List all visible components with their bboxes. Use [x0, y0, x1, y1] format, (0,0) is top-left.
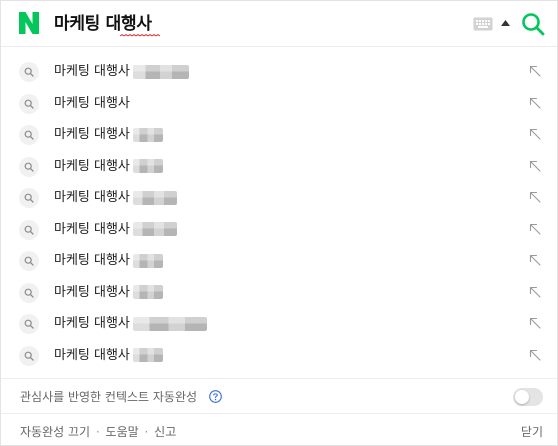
- suggestion-text: 마케팅 대행사: [54, 182, 177, 213]
- suggestion-prefix: 마케팅 대행사: [54, 64, 130, 79]
- redacted-text: [132, 285, 163, 299]
- fill-query-arrow-icon[interactable]: [529, 128, 541, 140]
- suggestion-prefix: 마케팅 대행사: [54, 284, 130, 300]
- search-icon: [19, 282, 39, 303]
- search-icon: [19, 345, 39, 366]
- suggestion-item[interactable]: 마케팅 대행사: [1, 151, 557, 183]
- help-link[interactable]: 도움말: [106, 425, 139, 439]
- suggestion-item[interactable]: 마케팅 대행사: [1, 182, 557, 214]
- suggestion-prefix: 마케팅 대행사: [54, 347, 130, 363]
- suggestion-prefix: 마케팅 대행사: [54, 190, 130, 205]
- suggestion-text: 마케팅 대행사: [54, 340, 163, 371]
- suggestion-prefix: 마케팅 대행사: [54, 253, 130, 268]
- search-icon: [19, 314, 39, 334]
- redacted-text: [132, 348, 163, 362]
- suggestion-item[interactable]: 마케팅 대행사: [1, 245, 557, 277]
- suggestion-prefix: 마케팅 대행사: [54, 316, 130, 331]
- search-icon: [19, 125, 39, 145]
- suggestion-prefix: 마케팅 대행사: [54, 158, 130, 174]
- suggestion-text: 마케팅 대행사: [54, 245, 163, 276]
- redacted-text: [132, 253, 163, 268]
- help-icon[interactable]: [209, 390, 222, 403]
- search-icon: [19, 62, 39, 82]
- suggestion-item[interactable]: 마케팅 대행사: [1, 56, 557, 88]
- context-autocomplete-toggle[interactable]: [513, 388, 543, 406]
- fill-query-arrow-icon[interactable]: [529, 65, 541, 77]
- suggestion-text: 마케팅 대행사: [54, 56, 189, 87]
- autocomplete-panel: 마케팅 대행사 마케팅 대행사 마케팅 대행사 마케팅 대행사 마케팅 대행사 …: [0, 0, 558, 446]
- search-bar: 마케팅 대행사: [1, 1, 557, 47]
- search-icon: [19, 156, 39, 177]
- suggestion-text: 마케팅 대행사: [54, 88, 130, 119]
- suggestion-list: 마케팅 대행사 마케팅 대행사 마케팅 대행사 마케팅 대행사 마케팅 대행사 마케팅 대…: [1, 56, 557, 371]
- search-icon: [19, 188, 39, 208]
- suggestion-text: 마케팅 대행사: [54, 308, 207, 339]
- suggestion-prefix: 마케팅 대행사: [54, 127, 130, 142]
- separator: ·: [144, 425, 149, 439]
- spellcheck-underline: [120, 34, 160, 37]
- redacted-text: [132, 222, 177, 236]
- naver-logo-icon: [19, 12, 39, 34]
- search-input[interactable]: 마케팅 대행사: [54, 11, 160, 37]
- redacted-text: [132, 127, 163, 142]
- redacted-text: [132, 64, 189, 79]
- suggestion-item[interactable]: 마케팅 대행사: [1, 340, 557, 372]
- fill-query-arrow-icon[interactable]: [529, 317, 541, 329]
- suggestion-prefix: 마케팅 대행사: [54, 95, 130, 111]
- context-autocomplete-label: 관심사를 반영한 컨텍스트 자동완성: [20, 390, 198, 404]
- separator: ·: [95, 425, 100, 439]
- fill-query-arrow-icon[interactable]: [529, 223, 541, 235]
- autocomplete-off-link[interactable]: 자동완성 끄기: [20, 425, 90, 439]
- redacted-text: [132, 190, 177, 205]
- suggestion-text: 마케팅 대행사: [54, 119, 163, 150]
- suggestion-text: 마케팅 대행사: [54, 277, 163, 308]
- footer-links: 자동완성 끄기 · 도움말 · 신고: [20, 424, 176, 440]
- suggestion-item[interactable]: 마케팅 대행사: [1, 119, 557, 151]
- search-icon: [19, 251, 39, 271]
- keyboard-icon[interactable]: [473, 17, 493, 31]
- footer: 자동완성 끄기 · 도움말 · 신고 닫기: [1, 413, 557, 445]
- suggestion-item[interactable]: 마케팅 대행사: [1, 308, 557, 340]
- report-link[interactable]: 신고: [154, 425, 176, 439]
- search-query-text: 마케팅 대행사: [54, 14, 152, 34]
- redacted-text: [132, 316, 207, 331]
- toggle-knob: [515, 390, 529, 404]
- arrow-up-icon[interactable]: [501, 20, 510, 26]
- search-icon: [19, 219, 39, 240]
- suggestion-text: 마케팅 대행사: [54, 151, 163, 182]
- context-autocomplete-row: 관심사를 반영한 컨텍스트 자동완성: [1, 378, 557, 413]
- redacted-text: [132, 159, 163, 173]
- suggestion-prefix: 마케팅 대행사: [54, 221, 130, 237]
- close-button[interactable]: 닫기: [521, 424, 543, 440]
- fill-query-arrow-icon[interactable]: [529, 191, 541, 203]
- fill-query-arrow-icon[interactable]: [529, 286, 541, 298]
- fill-query-arrow-icon[interactable]: [529, 160, 541, 172]
- fill-query-arrow-icon[interactable]: [529, 349, 541, 361]
- suggestion-item[interactable]: 마케팅 대행사: [1, 214, 557, 246]
- fill-query-arrow-icon[interactable]: [529, 254, 541, 266]
- search-icon: [19, 93, 39, 114]
- search-icon[interactable]: [521, 12, 545, 36]
- suggestion-item[interactable]: 마케팅 대행사: [1, 88, 557, 120]
- suggestion-text: 마케팅 대행사: [54, 214, 177, 245]
- fill-query-arrow-icon[interactable]: [529, 97, 541, 109]
- suggestion-item[interactable]: 마케팅 대행사: [1, 277, 557, 309]
